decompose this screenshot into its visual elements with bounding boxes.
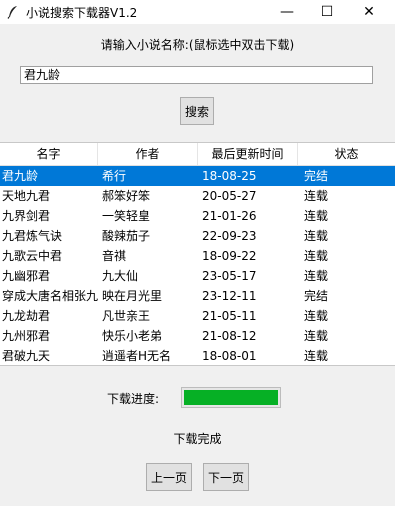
cell-author: 凡世亲王 <box>102 309 151 323</box>
cell-updated: 18-09-22 <box>202 249 257 263</box>
cell-name: 穿成大唐名相张九龄 <box>2 289 98 303</box>
cell-author: 快乐小老弟 <box>102 329 163 343</box>
progress-label: 下载进度: <box>107 392 160 406</box>
minimize-button[interactable]: — <box>267 0 307 24</box>
table-row[interactable]: 九君炼气诀 酸辣茄子 22-09-23 连载 <box>0 226 395 246</box>
cell-name: 君破九天 <box>2 349 51 363</box>
cell-updated: 18-08-25 <box>202 169 257 183</box>
cell-author: 郝笨好笨 <box>102 189 151 203</box>
table-row[interactable]: 九歌云中君 音祺 18-09-22 连载 <box>0 246 395 266</box>
cell-name: 九歌云中君 <box>2 249 63 263</box>
table-row[interactable]: 九龙劫君 凡世亲王 21-05-11 连载 <box>0 306 395 326</box>
cell-author: 希行 <box>102 169 127 183</box>
cell-name: 九界剑君 <box>2 209 51 223</box>
cell-updated: 22-09-23 <box>202 229 257 243</box>
cell-status: 连载 <box>304 309 329 323</box>
cell-author: 逍遥者H无名 <box>102 349 172 363</box>
search-prompt-label: 请输入小说名称:(鼠标选中双击下载) <box>100 38 295 52</box>
cell-updated: 18-08-01 <box>202 349 257 363</box>
table-body: 君九龄 希行 18-08-25 完结 天地九君 郝笨好笨 20-05-27 连载 九界剑君 一笑轻… <box>0 166 395 365</box>
table-header: 名字 作者 最后更新时间 状态 <box>0 143 395 166</box>
cell-updated: 23-12-11 <box>202 289 257 303</box>
next-page-button[interactable]: 下一页 <box>203 463 249 491</box>
cell-status: 连载 <box>304 269 329 283</box>
cell-updated: 20-05-27 <box>202 189 257 203</box>
cell-status: 完结 <box>304 289 329 303</box>
cell-status: 完结 <box>304 169 329 183</box>
status-text: 下载完成 <box>173 432 222 446</box>
cell-author: 九大仙 <box>102 269 139 283</box>
column-header-name[interactable]: 名字 <box>0 143 98 165</box>
cell-name: 九幽邪君 <box>2 269 51 283</box>
cell-updated: 21-05-11 <box>202 309 257 323</box>
cell-author: 酸辣茄子 <box>102 229 151 243</box>
download-progress-bar <box>181 387 281 408</box>
search-input[interactable]: 君九龄 <box>20 66 373 84</box>
cell-updated: 21-01-26 <box>202 209 257 223</box>
progress-fill <box>184 390 278 405</box>
cell-author: 一笑轻皇 <box>102 209 151 223</box>
cell-status: 连载 <box>304 349 329 363</box>
table-row[interactable]: 君破九天 逍遥者H无名 18-08-01 连载 <box>0 346 395 365</box>
table-row[interactable]: 九界剑君 一笑轻皇 21-01-26 连载 <box>0 206 395 226</box>
table-row[interactable]: 君九龄 希行 18-08-25 完结 <box>0 166 395 186</box>
cell-name: 天地九君 <box>2 189 51 203</box>
cell-status: 连载 <box>304 249 329 263</box>
table-row[interactable]: 穿成大唐名相张九龄映在月光里 23-12-11 完结 <box>0 286 395 306</box>
cell-status: 连载 <box>304 209 329 223</box>
feather-icon <box>6 5 20 19</box>
cell-name: 九州邪君 <box>2 329 51 343</box>
column-header-author[interactable]: 作者 <box>98 143 198 165</box>
cell-name: 九龙劫君 <box>2 309 51 323</box>
cell-status: 连载 <box>304 229 329 243</box>
column-header-status[interactable]: 状态 <box>298 143 395 165</box>
search-button[interactable]: 搜索 <box>180 97 214 125</box>
table-row[interactable]: 天地九君 郝笨好笨 20-05-27 连载 <box>0 186 395 206</box>
close-button[interactable]: ✕ <box>349 0 389 24</box>
title-bar: 小说搜索下载器V1.2 — ☐ ✕ <box>0 0 395 24</box>
cell-author: 音祺 <box>102 249 127 263</box>
cell-updated: 23-05-17 <box>202 269 257 283</box>
table-row[interactable]: 九州邪君 快乐小老弟 21-08-12 连载 <box>0 326 395 346</box>
maximize-button[interactable]: ☐ <box>307 0 347 24</box>
cell-name: 九君炼气诀 <box>2 229 63 243</box>
column-header-updated[interactable]: 最后更新时间 <box>198 143 298 165</box>
cell-status: 连载 <box>304 189 329 203</box>
cell-status: 连载 <box>304 329 329 343</box>
prev-page-button[interactable]: 上一页 <box>146 463 192 491</box>
cell-updated: 21-08-12 <box>202 329 257 343</box>
window-title: 小说搜索下载器V1.2 <box>26 5 138 20</box>
cell-author: 映在月光里 <box>102 289 163 303</box>
cell-name: 君九龄 <box>2 169 39 183</box>
results-table: 名字 作者 最后更新时间 状态 君九龄 希行 18-08-25 完结 天地九君 郝笨好笨 2… <box>0 142 395 366</box>
table-row[interactable]: 九幽邪君 九大仙 23-05-17 连载 <box>0 266 395 286</box>
